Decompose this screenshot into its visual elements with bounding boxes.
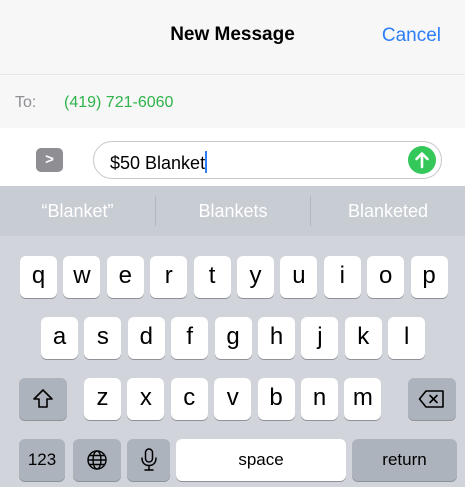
shift-icon bbox=[33, 389, 53, 408]
key-k[interactable]: k bbox=[344, 317, 382, 359]
microphone-key[interactable] bbox=[127, 439, 170, 481]
key-i[interactable]: i bbox=[323, 256, 361, 298]
key-n[interactable]: n bbox=[301, 378, 338, 420]
backspace-key[interactable] bbox=[408, 378, 456, 420]
send-button[interactable] bbox=[408, 146, 436, 174]
key-q[interactable]: q bbox=[20, 256, 57, 298]
key-u[interactable]: u bbox=[280, 256, 318, 298]
backspace-icon bbox=[418, 390, 444, 408]
key-y[interactable]: y bbox=[237, 256, 274, 298]
key-l[interactable]: l bbox=[388, 317, 426, 359]
shift-key[interactable] bbox=[19, 378, 67, 420]
key-v[interactable]: v bbox=[214, 378, 252, 420]
send-arrow-icon bbox=[415, 152, 429, 169]
return-key[interactable]: return bbox=[352, 439, 457, 481]
globe-key[interactable] bbox=[73, 439, 121, 481]
key-h[interactable]: h bbox=[258, 317, 295, 359]
suggestion-bar: “Blanket” Blankets Blanketed bbox=[0, 186, 465, 236]
key-s[interactable]: s bbox=[84, 317, 122, 359]
key-b[interactable]: b bbox=[257, 378, 295, 420]
key-f[interactable]: f bbox=[171, 317, 209, 359]
nav-bar: New Message Cancel bbox=[0, 0, 465, 74]
suggestion-item[interactable]: Blanketed bbox=[311, 186, 465, 236]
key-e[interactable]: e bbox=[106, 256, 144, 298]
key-x[interactable]: x bbox=[127, 378, 165, 420]
space-key[interactable]: space bbox=[176, 439, 346, 481]
message-text: $50 Blanket bbox=[110, 151, 208, 173]
recipient-label: To: bbox=[15, 94, 37, 111]
microphone-icon bbox=[140, 448, 157, 471]
key-c[interactable]: c bbox=[170, 378, 208, 420]
key-m[interactable]: m bbox=[344, 378, 382, 420]
key-p[interactable]: p bbox=[410, 256, 448, 298]
suggestion-item[interactable]: Blankets bbox=[156, 186, 310, 236]
text-cursor bbox=[205, 151, 208, 173]
recipient-row[interactable]: To: (419) 721-6060 bbox=[0, 74, 465, 128]
key-t[interactable]: t bbox=[193, 256, 231, 298]
recipient-value[interactable]: (419) 721-6060 bbox=[64, 94, 173, 112]
key-j[interactable]: j bbox=[301, 317, 339, 359]
keyboard: “Blanket” Blankets Blanketed qwertyuiop … bbox=[0, 186, 465, 487]
chevron-right-icon: > bbox=[45, 151, 54, 168]
compose-bar: > $50 Blanket bbox=[0, 128, 465, 186]
suggestion-item[interactable]: “Blanket” bbox=[0, 186, 155, 236]
key-z[interactable]: z bbox=[84, 378, 121, 420]
key-r[interactable]: r bbox=[150, 256, 188, 298]
cancel-button[interactable]: Cancel bbox=[382, 25, 441, 47]
key-g[interactable]: g bbox=[214, 317, 252, 359]
globe-icon bbox=[87, 450, 107, 470]
message-input[interactable]: $50 Blanket bbox=[93, 141, 442, 179]
key-w[interactable]: w bbox=[63, 256, 101, 298]
apps-button[interactable]: > bbox=[36, 148, 63, 172]
key-d[interactable]: d bbox=[127, 317, 165, 359]
key-a[interactable]: a bbox=[41, 317, 78, 359]
numbers-key[interactable]: 123 bbox=[19, 439, 65, 481]
key-o[interactable]: o bbox=[367, 256, 405, 298]
